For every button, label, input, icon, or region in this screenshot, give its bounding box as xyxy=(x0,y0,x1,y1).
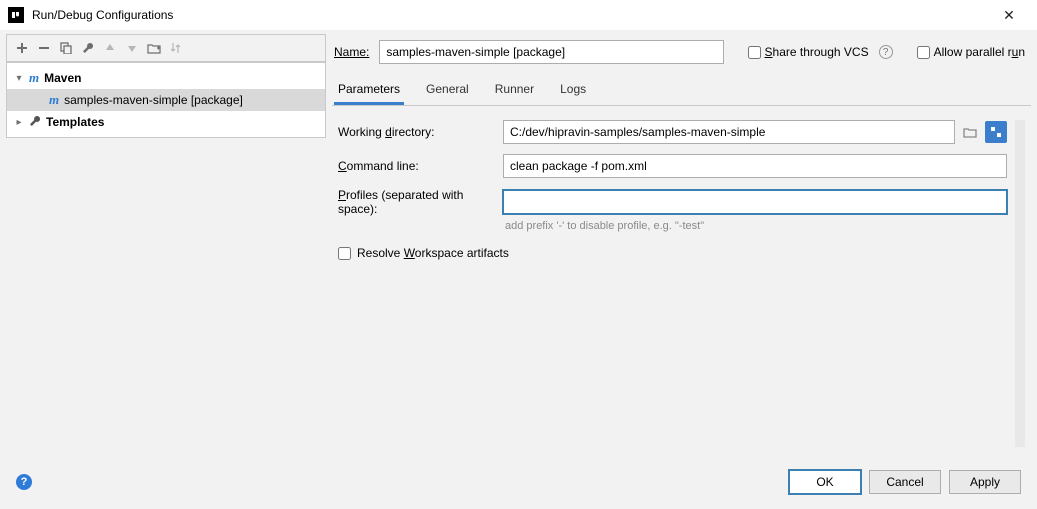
wrench-icon[interactable] xyxy=(79,39,97,57)
tree-node-label: samples-maven-simple [package] xyxy=(64,93,243,107)
apply-button[interactable]: Apply xyxy=(949,470,1021,494)
share-vcs-check[interactable] xyxy=(748,46,761,59)
tree-node-config[interactable]: m samples-maven-simple [package] xyxy=(7,89,325,111)
maven-icon: m xyxy=(49,92,59,108)
add-icon[interactable] xyxy=(13,39,31,57)
name-label: Name: xyxy=(334,45,369,59)
tab-logs[interactable]: Logs xyxy=(556,76,590,105)
footer: ? OK Cancel Apply xyxy=(6,461,1031,503)
tree-node-maven[interactable]: ▾ m Maven xyxy=(7,67,325,89)
share-vcs-checkbox[interactable]: Share through VCS xyxy=(748,45,869,59)
resolve-workspace-label: Resolve Workspace artifacts xyxy=(357,246,509,260)
tabstrip: Parameters General Runner Logs xyxy=(332,72,1031,106)
right-pane: Name: Share through VCS ? Allow parallel… xyxy=(332,34,1031,461)
move-down-icon xyxy=(123,39,141,57)
main-split: ▾ m Maven m samples-maven-simple [package]… xyxy=(6,34,1031,461)
sort-icon xyxy=(167,39,185,57)
share-vcs-label: Share through VCS xyxy=(765,45,869,59)
allow-parallel-check[interactable] xyxy=(917,46,930,59)
profiles-hint: add prefix '-' to disable profile, e.g. … xyxy=(503,218,704,232)
resolve-workspace-checkbox[interactable] xyxy=(338,247,351,260)
profiles-input[interactable] xyxy=(503,190,1007,214)
left-toolbar xyxy=(6,34,326,62)
chevron-down-icon[interactable]: ▾ xyxy=(13,73,25,84)
folder-icon[interactable] xyxy=(145,39,163,57)
window-title: Run/Debug Configurations xyxy=(32,8,989,22)
close-icon[interactable]: ✕ xyxy=(989,7,1029,24)
profiles-label: Profiles (separated with space): xyxy=(338,188,503,216)
wrench-icon xyxy=(29,115,41,130)
move-up-icon xyxy=(101,39,119,57)
tab-runner[interactable]: Runner xyxy=(491,76,538,105)
command-line-input[interactable] xyxy=(503,154,1007,178)
allow-parallel-checkbox[interactable]: Allow parallel run xyxy=(917,45,1025,59)
profiles-row: Profiles (separated with space): xyxy=(338,188,1007,216)
resolve-workspace-row[interactable]: Resolve Workspace artifacts xyxy=(338,246,1007,260)
help-icon[interactable]: ? xyxy=(879,45,893,59)
tree-node-label: Templates xyxy=(46,115,104,129)
copy-icon[interactable] xyxy=(57,39,75,57)
app-icon xyxy=(8,7,24,23)
tab-parameters[interactable]: Parameters xyxy=(334,76,404,105)
form-area: Working directory: Command line: xyxy=(332,106,1031,461)
maven-icon: m xyxy=(29,70,39,86)
help-button[interactable]: ? xyxy=(16,474,32,490)
name-input[interactable] xyxy=(379,40,723,64)
command-line-label: Command line: xyxy=(338,159,503,173)
dialog-body: ▾ m Maven m samples-maven-simple [package]… xyxy=(0,30,1037,509)
tree-node-templates[interactable]: ▸ Templates xyxy=(7,111,325,133)
dialog-window: Run/Debug Configurations ✕ ▾ m Maven xyxy=(0,0,1037,509)
ok-button[interactable]: OK xyxy=(789,470,861,494)
profiles-hint-row: add prefix '-' to disable profile, e.g. … xyxy=(338,218,1007,232)
remove-icon[interactable] xyxy=(35,39,53,57)
chevron-right-icon[interactable]: ▸ xyxy=(13,117,25,128)
command-line-row: Command line: xyxy=(338,154,1007,178)
scrollbar[interactable] xyxy=(1015,120,1025,447)
tree-node-label: Maven xyxy=(44,71,81,85)
insert-path-icon[interactable] xyxy=(985,121,1007,143)
name-row: Name: Share through VCS ? Allow parallel… xyxy=(332,34,1031,72)
cancel-button[interactable]: Cancel xyxy=(869,470,941,494)
left-pane: ▾ m Maven m samples-maven-simple [package]… xyxy=(6,62,326,138)
working-dir-row: Working directory: xyxy=(338,120,1007,144)
allow-parallel-label: Allow parallel run xyxy=(934,45,1025,59)
working-dir-input[interactable] xyxy=(503,120,955,144)
config-tree[interactable]: ▾ m Maven m samples-maven-simple [package]… xyxy=(7,63,325,137)
working-dir-label: Working directory: xyxy=(338,125,503,139)
titlebar: Run/Debug Configurations ✕ xyxy=(0,0,1037,30)
browse-folder-icon[interactable] xyxy=(959,121,981,143)
tab-general[interactable]: General xyxy=(422,76,473,105)
